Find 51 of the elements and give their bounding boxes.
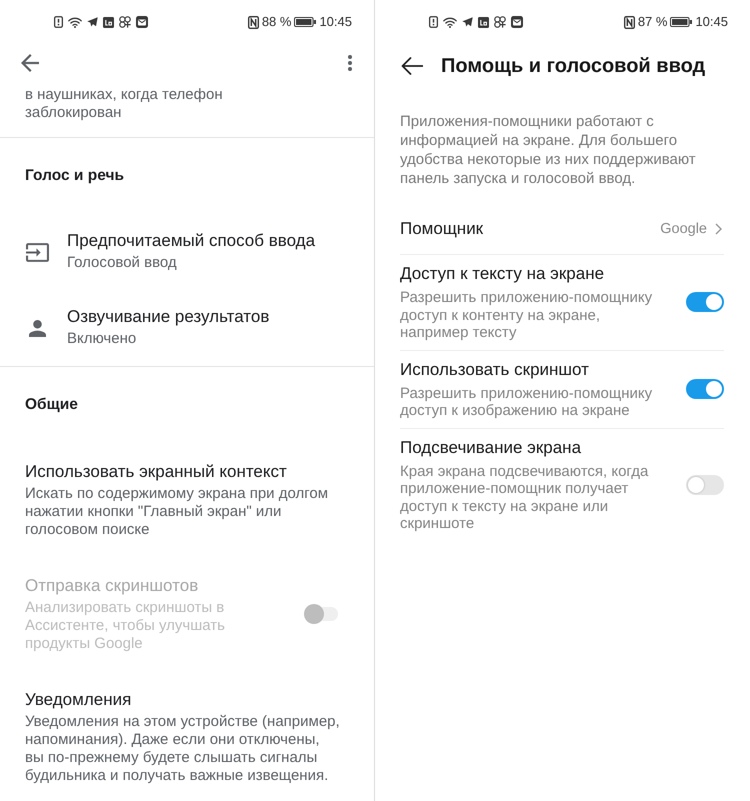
section-header: Голос и речь bbox=[25, 166, 124, 186]
battery-percent: 88 % bbox=[262, 14, 292, 30]
setting-description: в наушниках, когда телефон заблокирован bbox=[25, 86, 224, 122]
setting-title[interactable]: Подсвечивание экрана bbox=[400, 436, 662, 458]
setting-title[interactable]: Озвучивание результатов bbox=[67, 306, 270, 328]
clock-time: 10:45 bbox=[695, 14, 728, 30]
battery-icon bbox=[670, 17, 692, 27]
clover-icon bbox=[119, 16, 131, 28]
setting-subtitle: Включено bbox=[67, 329, 138, 349]
toggle-switch[interactable] bbox=[686, 474, 724, 494]
battery-percent: 87 % bbox=[638, 14, 668, 30]
paper-plane-icon bbox=[87, 17, 98, 27]
back-arrow-icon bbox=[21, 54, 39, 72]
setting-description: Анализировать скриншоты в Ассистенте, чтобы улучшать продукты Google bbox=[25, 599, 226, 653]
setting-description: Края экрана подсвечиваются, когда приложение-помощник получает доступ к тексту на экране или скриншоте bbox=[400, 462, 650, 532]
app-icon bbox=[103, 16, 114, 28]
mail-icon bbox=[136, 16, 148, 28]
mail-icon bbox=[511, 16, 523, 28]
intro-text: Приложения-помощники работают с информацией на экране. Для большего удобства некоторые из них поддерживают панель запуска и голосовой ввод. bbox=[400, 112, 697, 188]
sim-alert-icon bbox=[54, 16, 63, 28]
setting-value: Google bbox=[660, 220, 707, 239]
setting-title[interactable]: Использовать скриншот bbox=[400, 358, 662, 380]
setting-description: Искать по содержимому экрана при долгом нажатии кнопки "Главный экран" или голосовом поиске bbox=[25, 485, 330, 539]
paper-plane-icon bbox=[462, 17, 473, 27]
section-header: Общие bbox=[25, 395, 78, 415]
wifi-icon bbox=[443, 16, 457, 28]
sim-alert-icon bbox=[429, 16, 438, 28]
nfc-icon bbox=[248, 16, 259, 28]
setting-description: Уведомления на этом устройстве (например, напоминания). Даже если они отключены, вы по-прежнему будете слышать сигналы будильника и получать важные извещения. bbox=[25, 713, 341, 785]
setting-title[interactable]: Уведомления bbox=[25, 689, 342, 711]
clock-time: 10:45 bbox=[319, 14, 352, 30]
setting-description: Разрешить приложению-помощнику доступ к контенту на экране, например тексту bbox=[400, 289, 654, 342]
person-icon bbox=[28, 320, 46, 336]
back-arrow-icon bbox=[401, 57, 423, 75]
chevron-right-icon bbox=[715, 223, 722, 235]
setting-subtitle: Голосовой ввод bbox=[67, 253, 178, 273]
toggle-switch[interactable] bbox=[686, 292, 724, 312]
setting-title[interactable]: Предпочитаемый способ ввода bbox=[67, 230, 316, 252]
clover-icon bbox=[494, 16, 506, 28]
arrow-into-box-icon bbox=[26, 242, 48, 262]
toggle-switch[interactable] bbox=[686, 379, 724, 399]
vertical-dots-icon bbox=[348, 55, 352, 71]
wifi-icon bbox=[68, 16, 82, 28]
app-icon bbox=[478, 16, 489, 28]
screen-title: Помощь и голосовой ввод bbox=[441, 54, 706, 79]
battery-icon bbox=[294, 17, 316, 27]
setting-title[interactable]: Помощник bbox=[400, 218, 660, 240]
setting-title[interactable]: Использовать экранный контекст bbox=[25, 461, 342, 483]
nfc-icon bbox=[624, 16, 635, 28]
setting-description: Разрешить приложению-помощнику доступ к изображению на экране bbox=[400, 384, 654, 420]
setting-title[interactable]: Доступ к тексту на экране bbox=[400, 263, 662, 285]
